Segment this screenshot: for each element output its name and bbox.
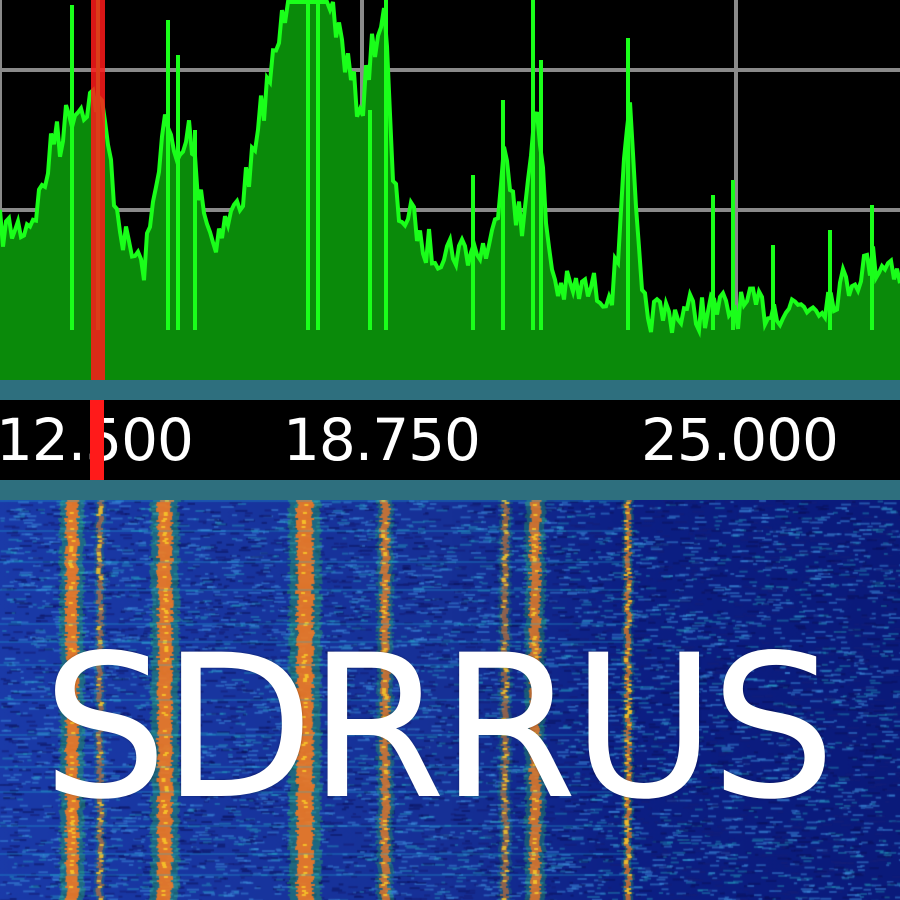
frequency-label-2: 18.750 [283, 406, 481, 474]
scale-bottom-border [0, 480, 900, 500]
frequency-scale[interactable]: 12.500 18.750 25.000 [0, 400, 900, 480]
scale-top-border [0, 380, 900, 400]
frequency-label-3: 25.000 [641, 406, 839, 474]
tuning-marker[interactable] [91, 0, 105, 380]
scale-tuning-marker[interactable] [90, 400, 104, 480]
spectrum-display[interactable] [0, 0, 900, 380]
brand-logo-text: SDRRUS [42, 612, 836, 843]
